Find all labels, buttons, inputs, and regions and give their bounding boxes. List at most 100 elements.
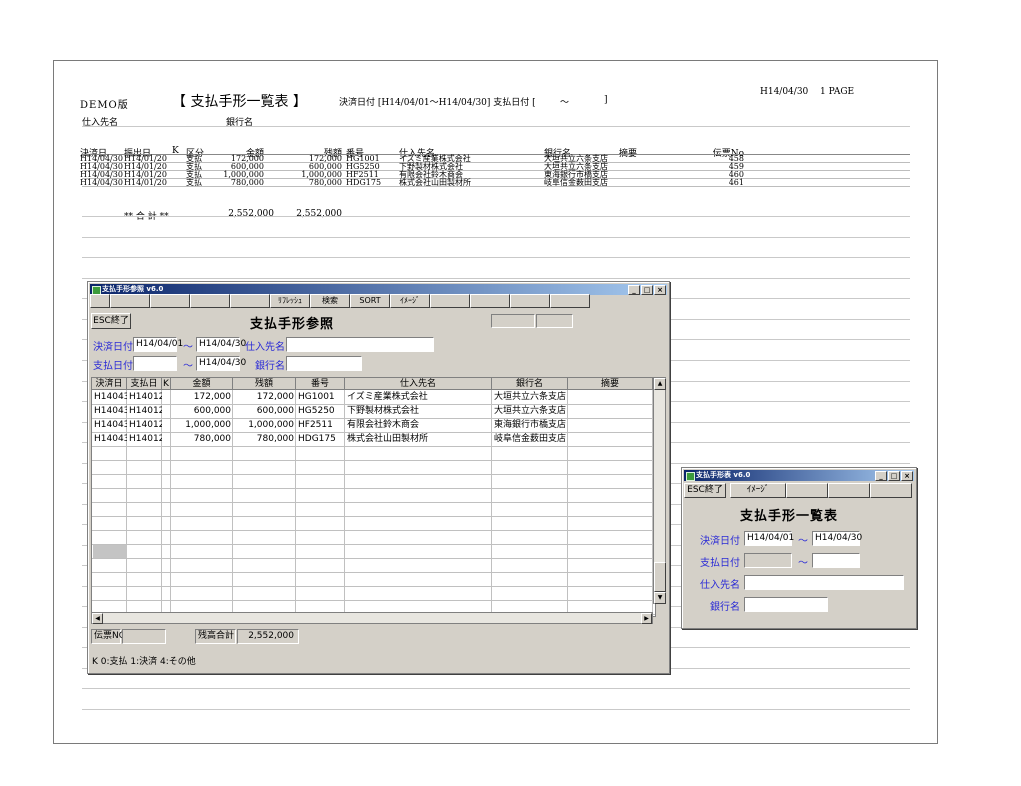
grid-row-line (92, 446, 655, 447)
grid-cell[interactable] (568, 418, 653, 432)
scroll-thumb[interactable] (654, 562, 666, 592)
toolbar-blank-button[interactable] (828, 483, 870, 498)
grid-cell[interactable] (568, 432, 653, 446)
toolbar-blank-button[interactable] (510, 294, 550, 308)
grid-cell[interactable]: 岐阜信金薮田支店 (492, 432, 568, 446)
grid-cell[interactable]: 172,000 (171, 390, 233, 404)
settle-date-from-input[interactable]: H14/04/01 (744, 531, 794, 546)
grid-cell[interactable]: H140430 (92, 418, 127, 432)
grid-cell[interactable]: H140120 (127, 418, 162, 432)
grid-cell[interactable]: HF2511 (296, 418, 345, 432)
grid-row-line (92, 488, 655, 489)
grid-column-header[interactable]: 残額 (233, 378, 296, 390)
bank-name-input[interactable] (286, 356, 362, 371)
grid-cell[interactable] (162, 390, 171, 404)
toolbar-button-5[interactable]: ﾘﾌﾚｯｼｭ (270, 294, 310, 308)
payment-bill-list-window: 支払手形表 v6.0 _ □ × ESC終了 ｲﾒｰｼﾞ 支払手形一覧表 決済日… (681, 467, 917, 629)
esc-exit-button[interactable]: ESC終了 (684, 483, 726, 498)
settle-date-tilde: ～ (798, 536, 808, 547)
maximize-button[interactable]: □ (888, 471, 900, 481)
grid-column-header[interactable]: 銀行名 (492, 378, 568, 390)
scroll-left-button[interactable]: ◀ (92, 613, 103, 624)
grid-cell[interactable]: HG1001 (296, 390, 345, 404)
vertical-scrollbar[interactable]: ▲ ▼ (653, 377, 666, 604)
toolbar-blank-button[interactable] (190, 294, 230, 308)
grid-column-header[interactable]: 支払日 (127, 378, 162, 390)
bank-name-input[interactable] (744, 597, 828, 612)
supplier-name-input[interactable] (744, 575, 904, 590)
grid-cell[interactable] (162, 418, 171, 432)
grid-cell[interactable] (568, 404, 653, 418)
settle-date-from-input[interactable]: H14/04/01 (133, 337, 183, 352)
grid-cell[interactable]: 780,000 (171, 432, 233, 446)
grid-column-header[interactable]: K (162, 378, 171, 390)
grid-cell[interactable]: HDG175 (296, 432, 345, 446)
esc-exit-button[interactable]: ESC終了 (91, 313, 131, 329)
grid-cell[interactable]: 600,000 (233, 404, 296, 418)
report-rule (82, 257, 910, 258)
grid-column-header[interactable]: 決済日 (92, 378, 127, 390)
grid-cell[interactable]: 780,000 (233, 432, 296, 446)
grid-cell[interactable]: 1,000,000 (171, 418, 233, 432)
grid-cell[interactable]: 172,000 (233, 390, 296, 404)
grid-cell[interactable]: 大垣共立六条支店 (492, 390, 568, 404)
grid-column-header[interactable]: 仕入先名 (345, 378, 492, 390)
minimize-button[interactable]: _ (875, 471, 887, 481)
payment-date-from-input[interactable] (133, 356, 177, 371)
grid-cell[interactable]: H140430 (92, 432, 127, 446)
window-title: 支払手形参照 v6.0 (102, 285, 164, 293)
grid-cell[interactable]: H140120 (127, 432, 162, 446)
grid-cell[interactable]: H140430 (92, 404, 127, 418)
grid-cell[interactable]: H140120 (127, 390, 162, 404)
grid-row-line (92, 558, 655, 559)
grid-row-line (92, 460, 655, 461)
grid-column-header[interactable]: 番号 (296, 378, 345, 390)
toolbar-button-7[interactable]: SORT (350, 294, 390, 308)
toolbar-blank-button[interactable] (150, 294, 190, 308)
toolbar-button-8[interactable]: ｲﾒｰｼﾞ (390, 294, 430, 308)
grid-cell[interactable]: 東海銀行市橋支店 (492, 418, 568, 432)
payment-date-to-input[interactable]: H14/04/30 (196, 356, 246, 371)
grid-cell[interactable]: 1,000,000 (233, 418, 296, 432)
grid-cell[interactable]: 下野製材株式会社 (345, 404, 492, 418)
grid-cell[interactable] (162, 404, 171, 418)
scroll-down-button[interactable]: ▼ (654, 592, 666, 604)
grid-cell[interactable]: 600,000 (171, 404, 233, 418)
toolbar-blank-button[interactable] (870, 483, 912, 498)
grid-column-header[interactable]: 金額 (171, 378, 233, 390)
scroll-right-button[interactable]: ▶ (641, 613, 652, 624)
toolbar-blank-button[interactable] (550, 294, 590, 308)
scroll-up-button[interactable]: ▲ (654, 378, 666, 390)
grid-cell[interactable]: 大垣共立六条支店 (492, 404, 568, 418)
window-heading: 支払手形参照 (250, 317, 335, 332)
payment-date-to-input[interactable] (812, 553, 860, 568)
grid-row-line (92, 474, 655, 475)
bill-grid[interactable]: 決済日支払日K金額残額番号仕入先名銀行名摘要H140430H140120172,… (91, 377, 656, 617)
supplier-name-label: 仕入先名 (700, 580, 740, 591)
supplier-name-input[interactable] (286, 337, 434, 352)
toolbar-blank-button[interactable] (110, 294, 150, 308)
toolbar-blank-button[interactable] (230, 294, 270, 308)
toolbar-blank-button[interactable] (470, 294, 510, 308)
grid-cell[interactable]: H140120 (127, 404, 162, 418)
grid-current-cell[interactable] (93, 545, 127, 558)
close-button[interactable]: × (901, 471, 913, 481)
grid-cell[interactable] (162, 432, 171, 446)
grid-column-header[interactable]: 摘要 (568, 378, 653, 390)
grid-cell[interactable]: イズミ産業株式会社 (345, 390, 492, 404)
toolbar-button-6[interactable]: 検索 (310, 294, 350, 308)
settle-date-to-input[interactable]: H14/04/30 (196, 337, 246, 352)
bank-name-label: 銀行名 (710, 602, 740, 613)
grid-cell[interactable] (568, 390, 653, 404)
grid-cell[interactable]: H140430 (92, 390, 127, 404)
toolbar-blank-button[interactable] (786, 483, 828, 498)
settle-date-to-input[interactable]: H14/04/30 (812, 531, 862, 546)
horizontal-scrollbar[interactable]: ◀ ▶ (91, 612, 653, 624)
image-button[interactable]: ｲﾒｰｼﾞ (730, 483, 786, 498)
grid-cell[interactable]: 有限会社鈴木商会 (345, 418, 492, 432)
toolbar-blank-button[interactable] (430, 294, 470, 308)
grid-cell[interactable]: 株式会社山田製材所 (345, 432, 492, 446)
grid-cell[interactable]: HG5250 (296, 404, 345, 418)
toolbar-blank-button[interactable] (90, 294, 110, 308)
payment-date-from-input[interactable] (744, 553, 792, 568)
